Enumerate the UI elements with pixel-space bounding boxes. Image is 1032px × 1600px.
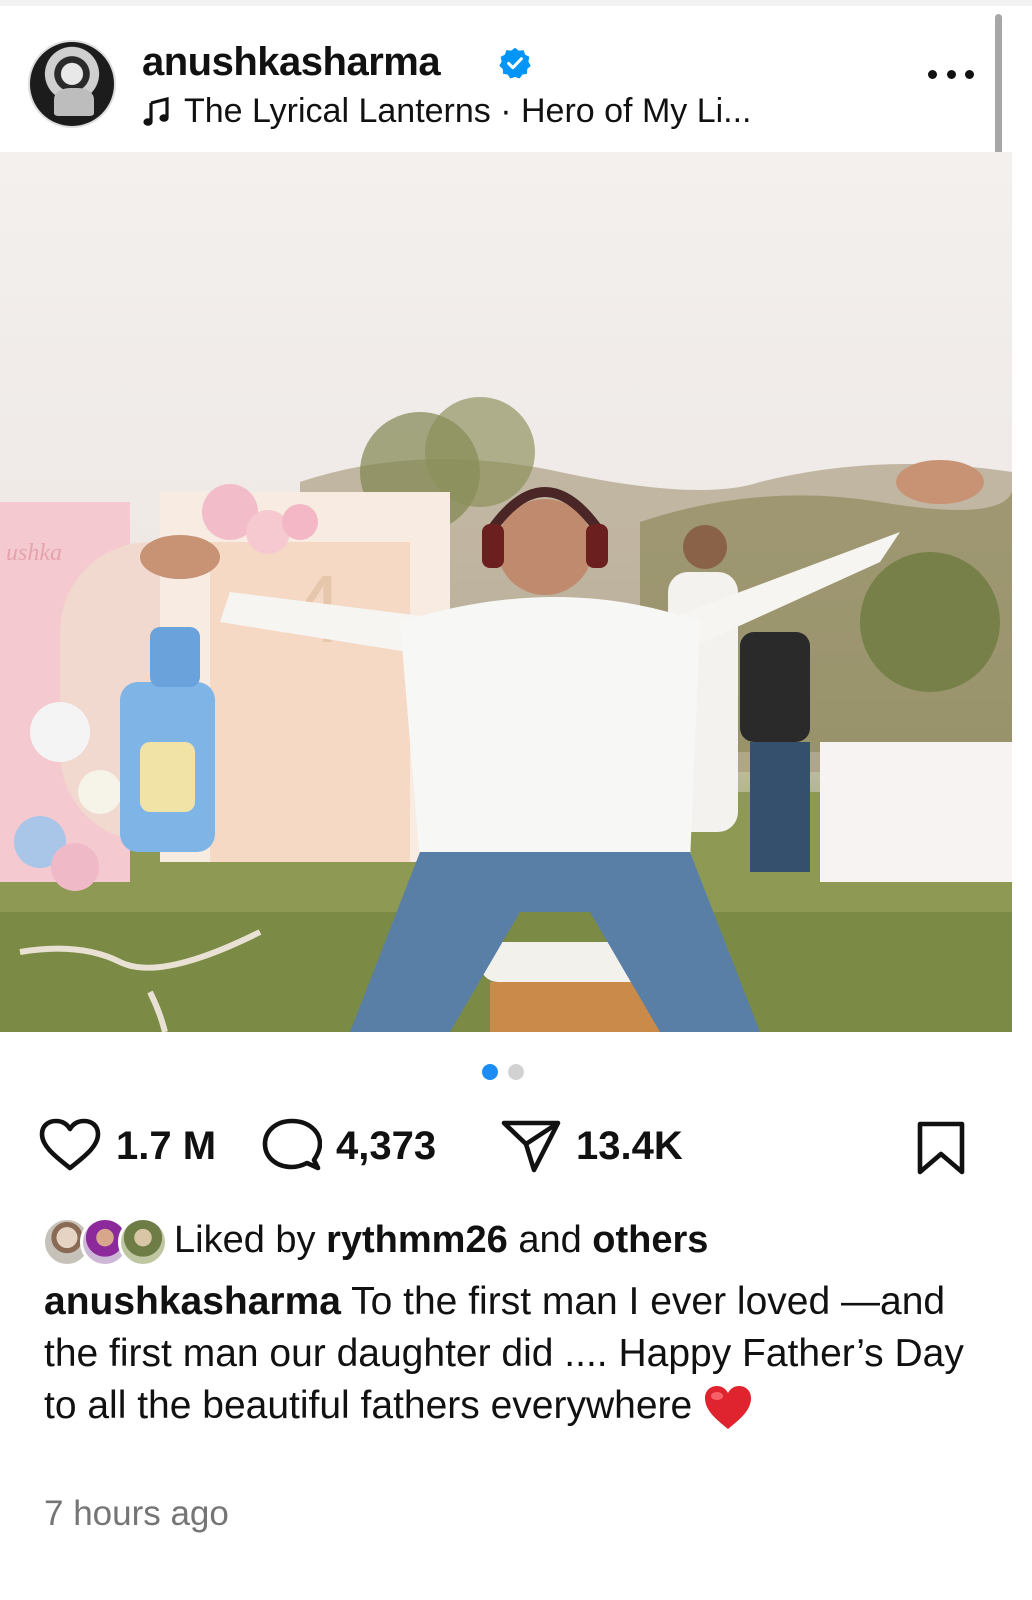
audio-track-label: The Lyrical Lanterns · Hero of My Li... bbox=[184, 92, 752, 130]
caption-username[interactable]: anushkasharma bbox=[44, 1280, 341, 1323]
post-timestamp: 7 hours ago bbox=[44, 1494, 229, 1533]
carousel-dot-active bbox=[482, 1064, 498, 1080]
post-caption: anushkasharma To the first man I ever lo… bbox=[44, 1276, 984, 1432]
carousel-indicator bbox=[482, 1064, 524, 1080]
like-action[interactable]: 1.7 M bbox=[38, 1116, 216, 1176]
heart-icon[interactable] bbox=[38, 1118, 102, 1174]
post-media-photo[interactable]: ushka 4 bbox=[0, 152, 1012, 1032]
red-heart-emoji-icon bbox=[705, 1385, 752, 1429]
like-count[interactable]: 1.7 M bbox=[116, 1124, 216, 1169]
liker-avatars bbox=[42, 1215, 168, 1267]
carousel-dot bbox=[508, 1064, 524, 1080]
liked-by-prefix: Liked by bbox=[174, 1218, 316, 1261]
liked-by-row[interactable]: Liked by rythmm26 and others bbox=[42, 1212, 708, 1268]
backdrop-sign-text: ushka bbox=[6, 540, 62, 566]
post-header: anushkasharma The Lyrical Lanterns · Her… bbox=[0, 6, 1032, 152]
share-count[interactable]: 13.4K bbox=[576, 1124, 683, 1169]
liked-by-middle: and bbox=[518, 1218, 582, 1261]
comment-icon[interactable] bbox=[262, 1118, 322, 1174]
post-actions-bar: 1.7 M 4,373 13.4K bbox=[38, 1116, 988, 1176]
share-action[interactable]: 13.4K bbox=[500, 1116, 683, 1176]
photo-illustration: ushka 4 bbox=[0, 397, 1012, 1032]
audio-track-row[interactable]: The Lyrical Lanterns · Hero of My Li... bbox=[142, 92, 752, 131]
comment-action[interactable]: 4,373 bbox=[262, 1116, 436, 1176]
verified-badge-icon bbox=[499, 47, 531, 79]
liked-by-others[interactable]: others bbox=[592, 1219, 708, 1262]
profile-avatar[interactable] bbox=[28, 40, 116, 128]
bookmark-icon[interactable] bbox=[914, 1120, 968, 1176]
liked-by-user[interactable]: rythmm26 bbox=[326, 1219, 508, 1262]
post-username[interactable]: anushkasharma bbox=[142, 40, 441, 85]
comment-count[interactable]: 4,373 bbox=[336, 1124, 436, 1169]
music-note-icon bbox=[143, 96, 169, 126]
share-paper-plane-icon[interactable] bbox=[500, 1118, 562, 1174]
more-options-icon[interactable] bbox=[928, 64, 974, 84]
liker-avatar[interactable] bbox=[118, 1217, 168, 1267]
